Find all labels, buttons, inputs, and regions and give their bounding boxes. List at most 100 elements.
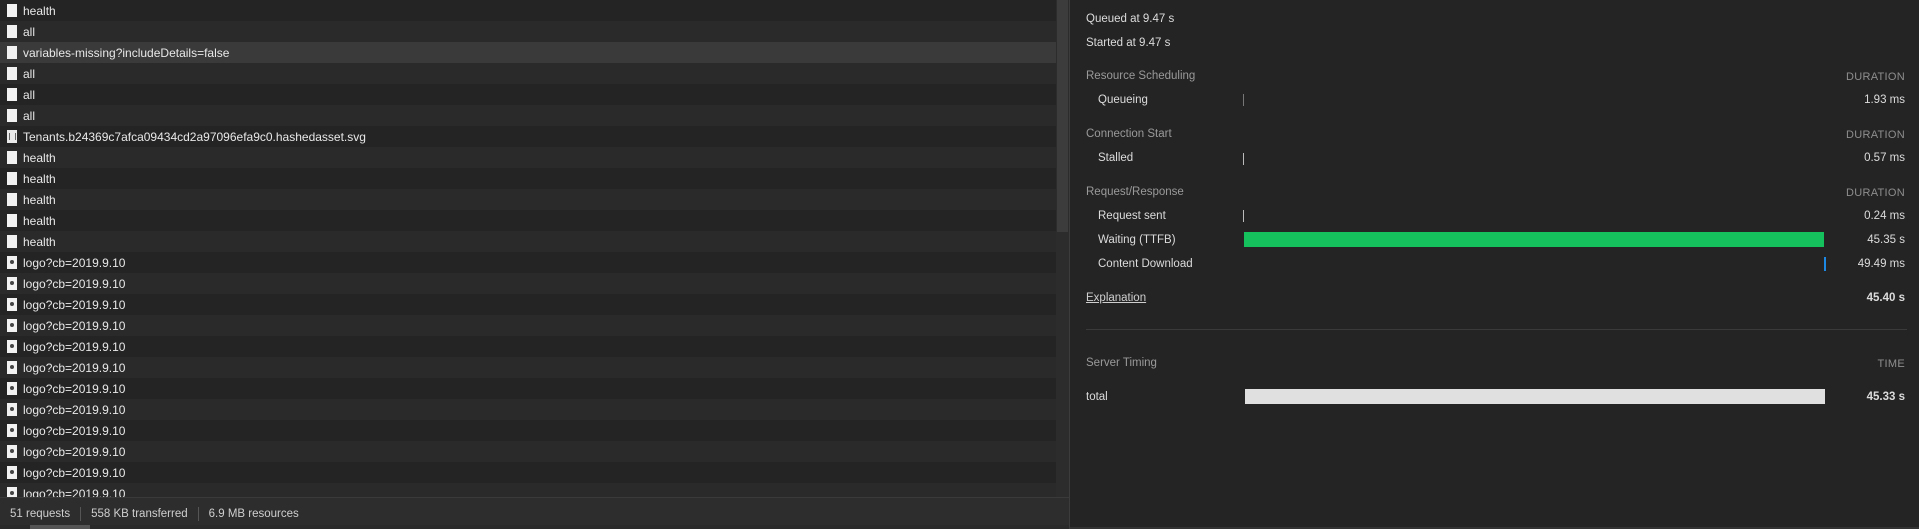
content-download-value: 49.49 ms (1857, 258, 1905, 270)
request-row[interactable]: logo?cb=2019.9.10 (0, 420, 1056, 441)
request-name: health (23, 234, 56, 249)
status-divider (80, 506, 82, 521)
request-count: 51 requests (10, 507, 71, 520)
image-file-icon (7, 466, 17, 479)
image-file-icon (7, 403, 17, 416)
waiting-ttfb-bar (1244, 232, 1824, 247)
queueing-label: Queueing (1098, 94, 1148, 106)
request-row[interactable]: logo?cb=2019.9.10 (0, 441, 1056, 462)
document-icon (7, 4, 17, 17)
request-row[interactable]: health (0, 189, 1056, 210)
server-total-bar (1245, 389, 1825, 404)
request-name: logo?cb=2019.9.10 (23, 402, 126, 417)
request-name: logo?cb=2019.9.10 (23, 486, 126, 498)
request-row[interactable]: logo?cb=2019.9.10 (0, 315, 1056, 336)
request-row[interactable]: health (0, 0, 1056, 21)
request-row[interactable]: health (0, 210, 1056, 231)
section-divider (1086, 329, 1907, 330)
request-row[interactable]: variables-missing?includeDetails=false (0, 42, 1056, 63)
explanation-link[interactable]: Explanation (1086, 292, 1146, 304)
waiting-ttfb-label: Waiting (TTFB) (1098, 234, 1176, 246)
request-name: Tenants.b24369c7afca09434cd2a97096efa9c0… (23, 129, 366, 144)
document-icon (7, 67, 17, 80)
image-file-icon (7, 340, 17, 353)
image-file-icon (7, 361, 17, 374)
image-file-icon (7, 382, 17, 395)
request-name: logo?cb=2019.9.10 (23, 465, 126, 480)
request-row[interactable]: logo?cb=2019.9.10 (0, 273, 1056, 294)
request-response-title: Request/Response (1086, 186, 1184, 198)
document-icon (7, 151, 17, 164)
connection-start-duration-header: DURATION (1845, 129, 1905, 141)
horizontal-scrollbar[interactable] (0, 525, 1069, 529)
request-name: logo?cb=2019.9.10 (23, 339, 126, 354)
request-row[interactable]: logo?cb=2019.9.10 (0, 483, 1056, 497)
content-download-bar (1824, 257, 1826, 271)
request-name: all (23, 87, 36, 102)
resources-size: 6.9 MB resources (208, 507, 299, 520)
document-icon (7, 109, 17, 122)
queueing-bar (1243, 94, 1244, 106)
request-name: logo?cb=2019.9.10 (23, 276, 126, 291)
request-row[interactable]: Tenants.b24369c7afca09434cd2a97096efa9c0… (0, 126, 1056, 147)
request-name: logo?cb=2019.9.10 (23, 360, 126, 375)
image-file-icon (7, 424, 17, 437)
document-icon (7, 193, 17, 206)
request-row[interactable]: logo?cb=2019.9.10 (0, 399, 1056, 420)
connection-start-title: Connection Start (1086, 128, 1172, 140)
status-divider (197, 506, 199, 521)
request-response-duration-header: DURATION (1845, 187, 1905, 199)
request-sent-label: Request sent (1098, 210, 1166, 222)
request-list: health all variables-missing?includeDetail… (0, 0, 1056, 497)
request-name: all (23, 24, 36, 39)
request-name: health (23, 150, 56, 165)
request-name: health (23, 3, 56, 18)
request-name: health (23, 213, 56, 228)
request-name: logo?cb=2019.9.10 (23, 444, 126, 459)
request-row[interactable]: all (0, 105, 1056, 126)
request-name: health (23, 171, 56, 186)
started-at: Started at 9.47 s (1086, 37, 1171, 49)
request-row[interactable]: logo?cb=2019.9.10 (0, 294, 1056, 315)
request-row[interactable]: health (0, 231, 1056, 252)
request-row[interactable]: logo?cb=2019.9.10 (0, 378, 1056, 399)
queued-at: Queued at 9.47 s (1086, 13, 1175, 25)
image-file-icon (7, 277, 17, 290)
request-row[interactable]: all (0, 63, 1056, 84)
stalled-label: Stalled (1098, 152, 1134, 164)
request-row[interactable]: health (0, 168, 1056, 189)
request-sent-value: 0.24 ms (1864, 210, 1905, 222)
server-timing-time-header: TIME (1877, 358, 1905, 370)
document-icon (7, 46, 17, 59)
request-row[interactable]: logo?cb=2019.9.10 (0, 357, 1056, 378)
document-icon (7, 88, 17, 101)
content-download-label: Content Download (1098, 258, 1193, 270)
resource-scheduling-title: Resource Scheduling (1086, 70, 1196, 82)
image-file-icon (7, 256, 17, 269)
request-row[interactable]: logo?cb=2019.9.10 (0, 252, 1056, 273)
request-name: all (23, 108, 36, 123)
total-duration: 45.40 s (1866, 292, 1905, 304)
request-list-scrollbar[interactable] (1056, 0, 1069, 497)
image-file-icon (7, 445, 17, 458)
request-name: logo?cb=2019.9.10 (23, 318, 126, 333)
request-row[interactable]: logo?cb=2019.9.10 (0, 462, 1056, 483)
waiting-ttfb-value: 45.35 s (1867, 234, 1905, 246)
image-file-icon (7, 298, 17, 311)
request-name: logo?cb=2019.9.10 (23, 255, 126, 270)
scrollbar-thumb[interactable] (1057, 0, 1068, 232)
horizontal-scrollbar-thumb[interactable] (30, 525, 90, 529)
request-name: logo?cb=2019.9.10 (23, 423, 126, 438)
request-name: logo?cb=2019.9.10 (23, 381, 126, 396)
timing-panel: Queued at 9.47 s Started at 9.47 s Resou… (1070, 0, 1919, 529)
server-timing-title: Server Timing (1086, 357, 1157, 369)
request-row[interactable]: all (0, 21, 1056, 42)
server-total-value: 45.33 s (1866, 391, 1905, 403)
request-row[interactable]: logo?cb=2019.9.10 (0, 336, 1056, 357)
svg-file-icon (7, 130, 17, 143)
document-icon (7, 235, 17, 248)
stalled-bar (1243, 153, 1244, 165)
request-row[interactable]: health (0, 147, 1056, 168)
request-row[interactable]: all (0, 84, 1056, 105)
request-name: health (23, 192, 56, 207)
